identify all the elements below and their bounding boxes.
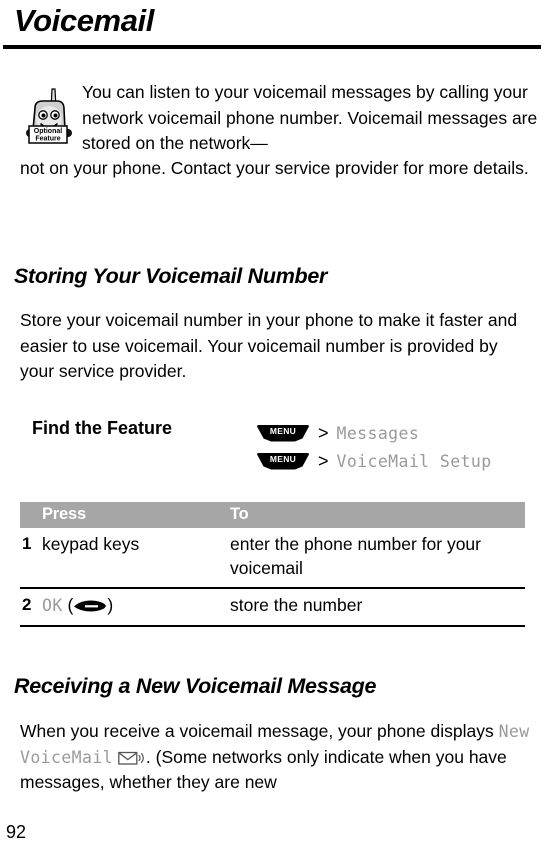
menu-key-icon[interactable]: MENU <box>256 424 310 442</box>
menu-key-label: MENU <box>269 453 297 464</box>
step-press: keypad keys <box>42 528 230 589</box>
step-to: store the number <box>230 588 525 627</box>
optional-feature-note-text: You can listen to your voicemail message… <box>82 82 538 153</box>
section-heading-receiving: Receiving a New Voicemail Message <box>14 674 377 698</box>
optional-feature-note-text-continued: not on your phone. Contact your service … <box>20 158 529 178</box>
optional-feature-note: Optional Feature You can listen to your … <box>20 80 540 178</box>
path-separator: > <box>318 450 329 471</box>
find-the-feature-label: Find the Feature <box>32 418 173 438</box>
path-separator: > <box>318 422 329 443</box>
menu-key-label: MENU <box>269 425 297 436</box>
optional-feature-icon: Optional Feature <box>22 86 74 148</box>
step-number: 2 <box>20 588 42 627</box>
title-rule <box>3 45 541 49</box>
table-header-row: Press To <box>20 502 525 528</box>
table-row: 2 OK ( ) store the number <box>20 588 525 627</box>
svg-text:Optional: Optional <box>34 128 62 135</box>
steps-table: Press To 1 keypad keys enter the phone n… <box>20 502 525 627</box>
find-the-feature-path-row: MENU > VoiceMail Setup <box>256 447 492 475</box>
section-paragraph-storing: Store your voicemail number in your phon… <box>20 310 518 381</box>
paren-close: ) <box>107 595 114 615</box>
table-header-to: To <box>230 502 525 528</box>
voicemail-envelope-icon <box>118 748 146 765</box>
svg-text:Feature: Feature <box>35 135 60 142</box>
find-the-feature-path-row: MENU > Messages <box>256 419 492 447</box>
section-heading-storing: Storing Your Voicemail Number <box>14 264 328 288</box>
step-press: OK ( ) <box>42 588 230 627</box>
path-target-messages: Messages <box>336 423 420 443</box>
table-row: 1 keypad keys enter the phone number for… <box>20 528 525 589</box>
menu-key-icon[interactable]: MENU <box>256 452 310 470</box>
softkey-label-ok: OK <box>42 596 63 615</box>
path-target-voicemail-setup: VoiceMail Setup <box>336 451 492 471</box>
step-number: 1 <box>20 528 42 589</box>
paragraph-text-before: When you receive a voicemail message, yo… <box>20 721 499 741</box>
section-paragraph-receiving: When you receive a voicemail message, yo… <box>20 719 536 796</box>
page-number: 92 <box>6 822 27 842</box>
table-header-press: Press <box>42 502 230 528</box>
find-the-feature-paths: MENU > Messages MENU > VoiceMail Setup <box>256 419 492 475</box>
softkey-arrow-icon <box>73 595 107 612</box>
page-title: Voicemail <box>14 3 154 38</box>
step-to: enter the phone number for your voicemai… <box>230 528 525 589</box>
table-header-num <box>20 502 42 528</box>
